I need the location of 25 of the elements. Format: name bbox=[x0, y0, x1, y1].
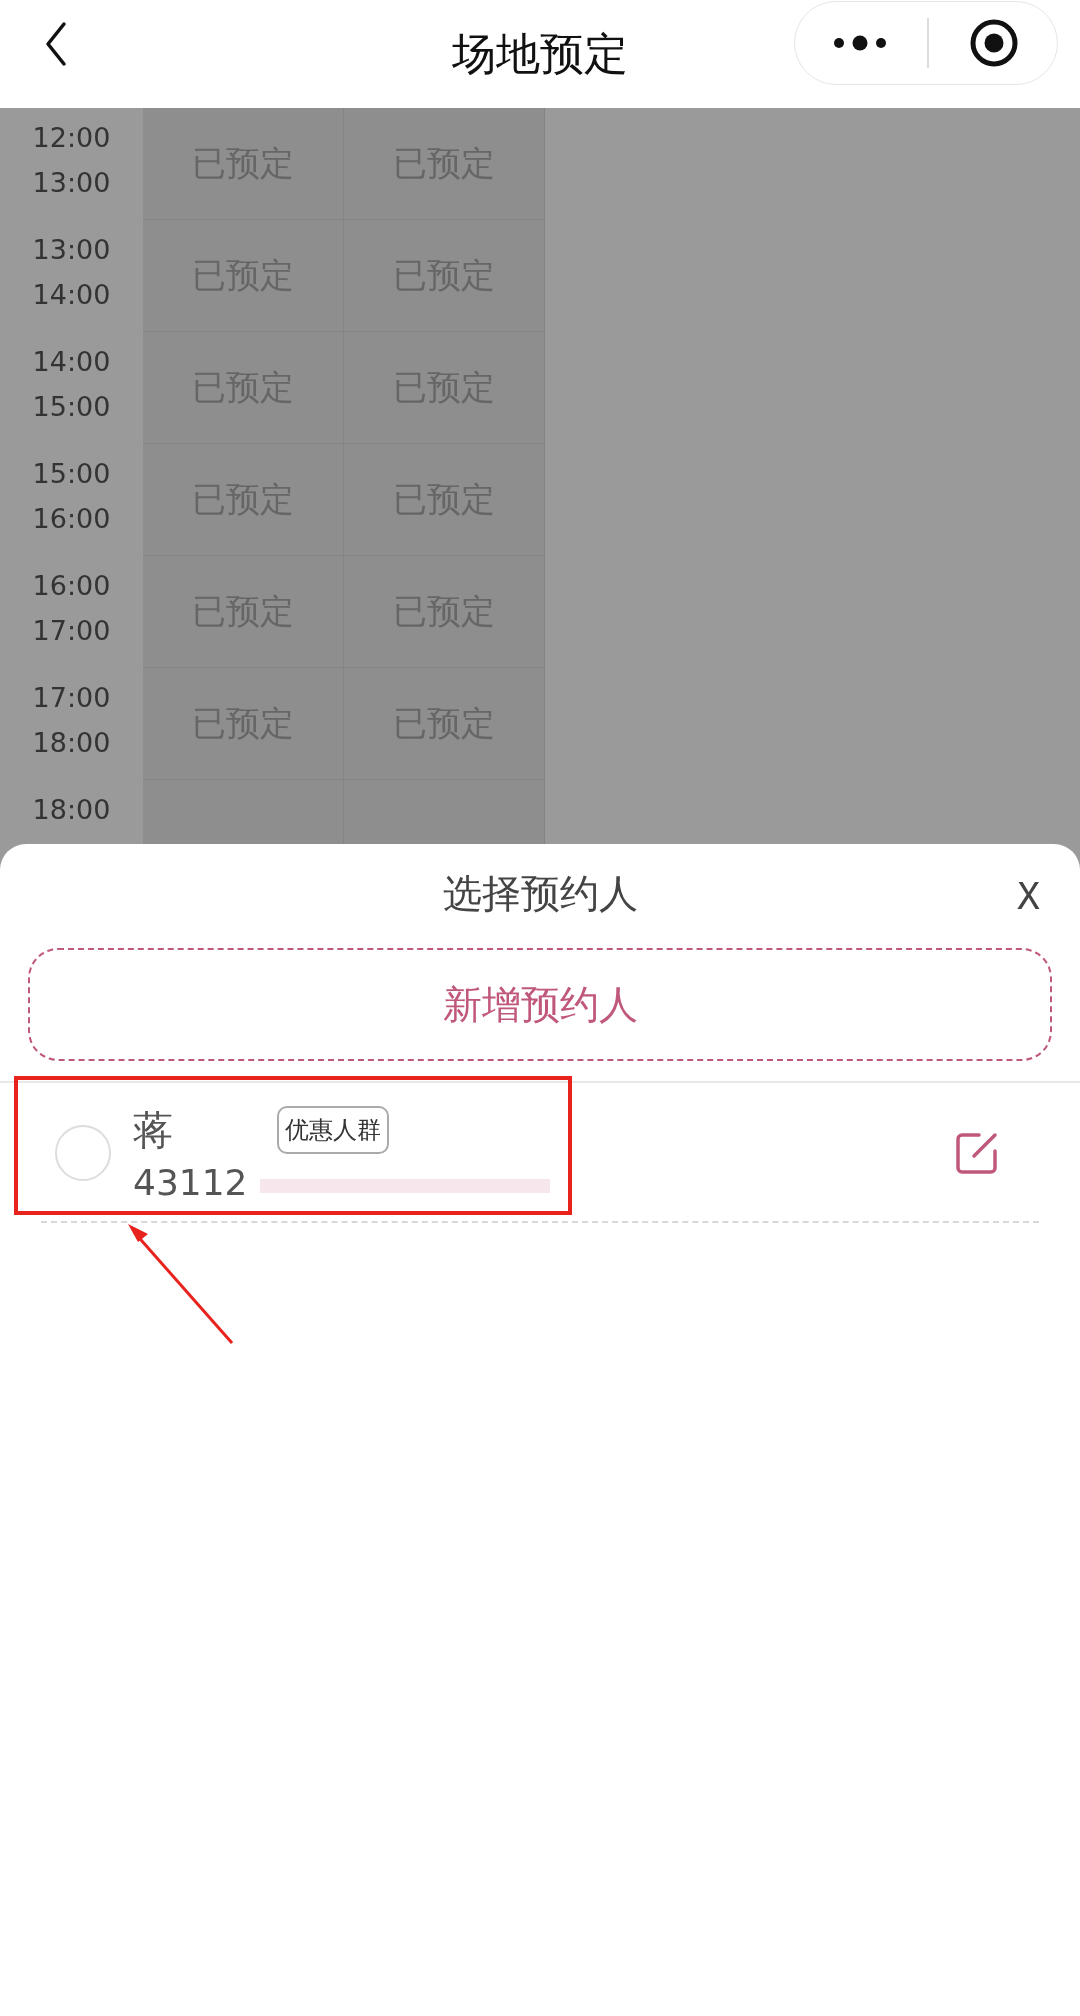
start-time: 17:00 bbox=[32, 684, 111, 711]
start-time: 13:00 bbox=[32, 236, 111, 263]
start-time: 14:00 bbox=[32, 348, 111, 375]
start-time: 16:00 bbox=[32, 572, 111, 599]
sheet-title: 选择预约人 bbox=[442, 870, 638, 918]
end-time: 16:00 bbox=[32, 505, 111, 532]
start-time: 18:00 bbox=[32, 796, 111, 823]
page-title: 场地预定 bbox=[452, 26, 628, 81]
start-time: 12:00 bbox=[32, 124, 111, 151]
more-icon[interactable] bbox=[833, 35, 888, 51]
edit-icon[interactable] bbox=[955, 1130, 999, 1175]
end-time: 13:00 bbox=[32, 169, 111, 196]
end-time: 17:00 bbox=[32, 617, 111, 644]
end-time: 15:00 bbox=[32, 393, 111, 420]
discount-tag: 优惠人群 bbox=[277, 1106, 389, 1154]
end-time: 18:00 bbox=[32, 729, 111, 756]
add-person-button[interactable]: 新增预约人 bbox=[28, 948, 1052, 1061]
person-name: 蒋 bbox=[133, 1105, 173, 1155]
start-time: 15:00 bbox=[32, 460, 111, 487]
radio-button[interactable] bbox=[55, 1124, 111, 1181]
id-number: 43112 bbox=[133, 1161, 249, 1203]
target-icon[interactable] bbox=[968, 18, 1019, 68]
end-time: 14:00 bbox=[32, 281, 111, 308]
close-button[interactable]: X bbox=[1017, 874, 1040, 918]
back-icon[interactable] bbox=[44, 20, 68, 68]
